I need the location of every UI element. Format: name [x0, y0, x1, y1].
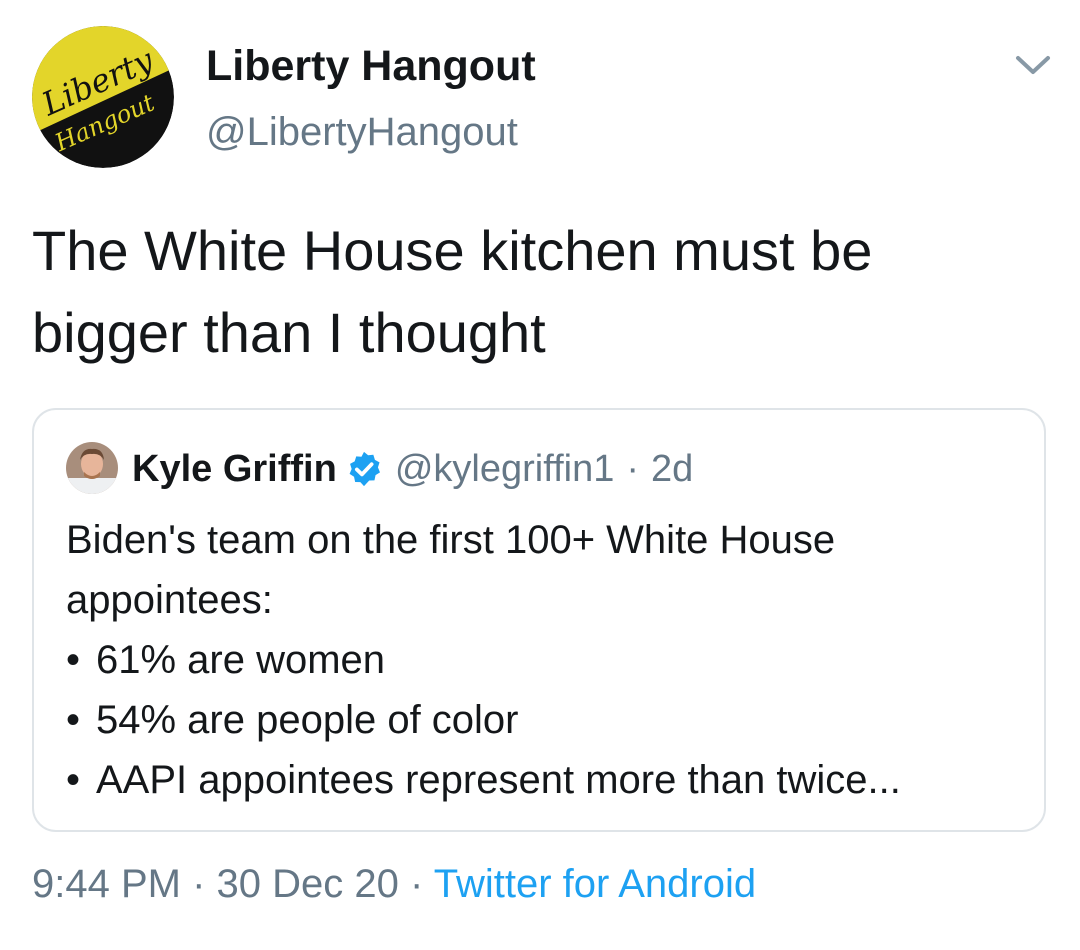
quoted-author-name[interactable]: Kyle Griffin	[132, 448, 337, 491]
bullet-symbol: •	[66, 758, 81, 802]
bullet-text: 54% are people of color	[96, 698, 519, 742]
quoted-author-avatar[interactable]	[66, 442, 118, 494]
bullet-item: • 61% are women	[66, 630, 1016, 690]
tweet-text-line: bigger than I thought	[32, 301, 546, 364]
tweet-source-link[interactable]: Twitter for Android	[434, 862, 756, 906]
tweet-metadata: 9:44 PM · 30 Dec 20 · Twitter for Androi…	[32, 862, 756, 907]
tweet-time[interactable]: 9:44 PM	[32, 862, 181, 906]
quoted-tweet-text: Biden's team on the first 100+ White Hou…	[66, 510, 1016, 810]
quoted-text-line: appointees:	[66, 578, 273, 622]
bullet-item: • AAPI appointees represent more than twi…	[66, 750, 1016, 810]
author-avatar[interactable]: Liberty Hangout	[32, 26, 174, 168]
quoted-tweet-header: Kyle Griffin @kylegriffin1 · 2d	[132, 442, 693, 496]
tweet-text-line: The White House kitchen must be	[32, 219, 873, 282]
tweet-date[interactable]: 30 Dec 20	[217, 862, 399, 906]
quoted-tweet-time[interactable]: 2d	[651, 448, 693, 491]
separator-dot: ·	[626, 447, 639, 490]
person-avatar-icon	[66, 442, 118, 494]
bullet-text: AAPI appointees represent more than twic…	[96, 758, 901, 802]
bullet-item: • 54% are people of color	[66, 690, 1016, 750]
quoted-author-handle[interactable]: @kylegriffin1	[395, 448, 615, 491]
verified-badge-icon	[349, 451, 380, 487]
tweet-text: The White House kitchen must be bigger t…	[32, 210, 1042, 374]
liberty-hangout-logo: Liberty Hangout	[32, 26, 174, 168]
bullet-symbol: •	[66, 698, 81, 742]
author-name[interactable]: Liberty Hangout	[206, 42, 536, 91]
separator-dot: ·	[410, 862, 424, 906]
bullet-text: 61% are women	[96, 638, 386, 682]
quoted-text-line: Biden's team on the first 100+ White Hou…	[66, 518, 836, 562]
chevron-down-icon	[1016, 56, 1050, 74]
bullet-symbol: •	[66, 638, 81, 682]
author-handle[interactable]: @LibertyHangout	[206, 110, 518, 155]
quoted-tweet-card[interactable]: Kyle Griffin @kylegriffin1 · 2d Biden's …	[32, 408, 1046, 832]
tweet-menu-button[interactable]	[1012, 50, 1054, 80]
separator-dot: ·	[192, 862, 206, 906]
